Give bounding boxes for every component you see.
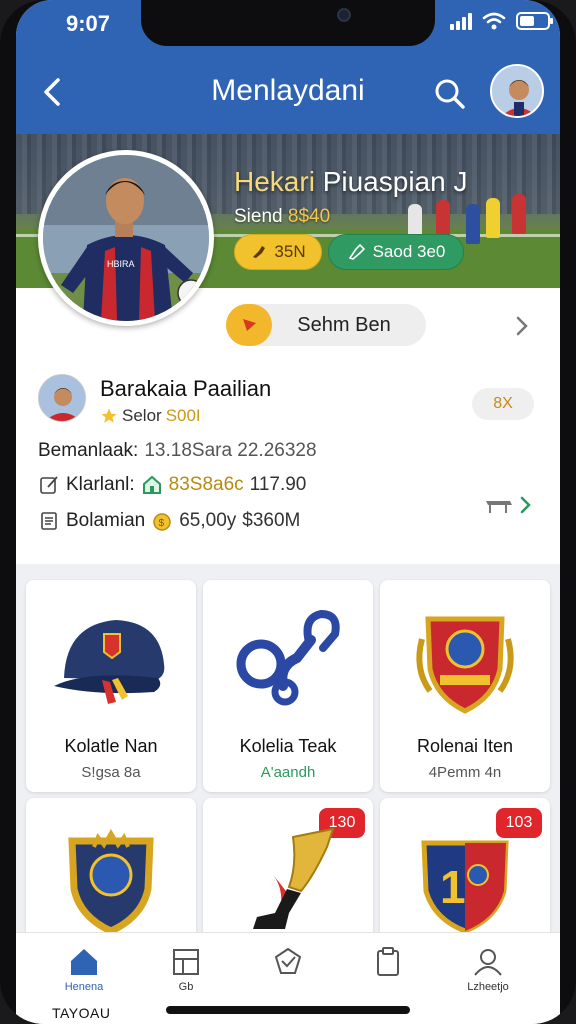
whistle-icon <box>348 243 365 260</box>
status-icons <box>450 12 553 30</box>
shield-check-icon <box>274 947 302 974</box>
tab-shield[interactable] <box>248 945 328 1015</box>
wifi-icon <box>482 12 506 30</box>
details-link[interactable] <box>484 494 532 516</box>
trophy-image <box>203 812 373 942</box>
user-avatar-button[interactable] <box>490 64 544 118</box>
follow-icon-circle <box>226 304 272 346</box>
tab-label: Gb <box>178 981 194 993</box>
rating-pill[interactable]: 35N <box>234 234 322 270</box>
signal-icon <box>450 12 472 30</box>
player-tag[interactable]: 8X <box>472 388 534 420</box>
follow-label: Sehm Ben <box>297 313 391 336</box>
info-row-3: Bolamian $ 65,00y $360M <box>38 510 300 532</box>
tab-label: Lzheetjo <box>467 981 509 993</box>
collection-item[interactable]: Rolenai Iten 4Pemm 4n <box>380 580 550 792</box>
info-row-2: Klarlanl: 83S8a6c 117.90 <box>38 474 306 496</box>
svg-text:HBIRA: HBIRA <box>107 259 135 269</box>
avatar <box>39 375 85 421</box>
user-icon <box>474 949 502 976</box>
home-icon <box>71 949 97 975</box>
tab-clipboard[interactable] <box>348 945 428 1015</box>
flag-icon <box>243 319 256 331</box>
collection-item[interactable]: Kolatle Nan S!gsa 8a <box>26 580 196 792</box>
background-player <box>486 198 500 238</box>
svg-text:1: 1 <box>440 861 466 913</box>
chevron-right-icon <box>516 316 528 336</box>
chevron-right-icon <box>520 496 531 514</box>
player-photo: HBIRA <box>43 155 209 321</box>
page-title: Menlaydani <box>211 74 365 107</box>
background-player <box>466 204 480 244</box>
player-name: Barakaia Paailian <box>100 376 272 401</box>
cap-image <box>26 594 196 724</box>
document-icon <box>38 510 60 532</box>
camera-notch <box>141 0 435 46</box>
search-icon <box>435 79 465 109</box>
clipboard-icon <box>377 947 399 976</box>
home-indicator[interactable] <box>166 1006 410 1014</box>
jersey-crest-image: 1 <box>380 812 550 942</box>
info-row-1: Bemanlaak: 13.18Sara 22.26328 <box>38 440 317 461</box>
edit-icon <box>38 474 60 496</box>
tab-store[interactable]: Gb <box>146 945 226 1015</box>
battery-icon <box>516 12 553 30</box>
tab-caption: TAYOAU <box>52 1005 111 1021</box>
tab-label: Henena <box>64 981 104 993</box>
boot-icon <box>253 246 266 258</box>
crest-image <box>380 594 550 724</box>
profile-photo[interactable]: HBIRA <box>38 150 214 326</box>
search-button[interactable] <box>430 74 470 114</box>
phone-frame: 9:07 Menlaydani Hekari Piuaspian J Siend… <box>0 0 576 1024</box>
stats-pill[interactable]: Saod 3e0 <box>328 234 464 270</box>
hero-subtitle: Siend 8$40 <box>234 206 331 227</box>
profile-card: Sehm Ben Barakaia Paailian Selor S00I 8X <box>16 288 560 564</box>
follow-button[interactable]: Sehm Ben <box>226 304 426 346</box>
keychain-image <box>203 594 373 724</box>
player-avatar <box>38 374 86 422</box>
coin-bag-icon: $ <box>151 510 173 532</box>
avatar <box>492 66 542 116</box>
player-rank: Selor S00I <box>100 406 201 426</box>
tab-profile[interactable]: Lzheetjo <box>448 945 528 1015</box>
item-subtitle: 4Pemm 4n <box>428 764 502 781</box>
house-icon <box>141 474 163 496</box>
hero-title: Hekari Piuaspian J <box>234 166 468 197</box>
status-time: 9:07 <box>66 11 111 36</box>
store-icon <box>173 949 199 975</box>
star-icon <box>101 408 117 423</box>
top-nav-bar: Menlaydani <box>16 50 560 134</box>
background-player <box>512 194 526 234</box>
item-subtitle: A'aandh <box>260 764 316 781</box>
app-screen: 9:07 Menlaydani Hekari Piuaspian J Siend… <box>16 0 560 1024</box>
camera-icon <box>337 8 351 22</box>
more-button[interactable] <box>512 312 532 340</box>
item-title: Kolatle Nan <box>64 736 158 756</box>
item-subtitle: S!gsa 8a <box>81 764 141 781</box>
collection-item[interactable]: Kolelia Teak A'aandh <box>203 580 373 792</box>
badge-image <box>26 812 196 942</box>
stadium-icon <box>486 501 512 513</box>
item-title: Rolenai Iten <box>416 736 514 756</box>
status-bar: 9:07 <box>16 0 560 50</box>
item-title: Kolelia Teak <box>239 736 337 756</box>
svg-text:$: $ <box>159 518 165 529</box>
